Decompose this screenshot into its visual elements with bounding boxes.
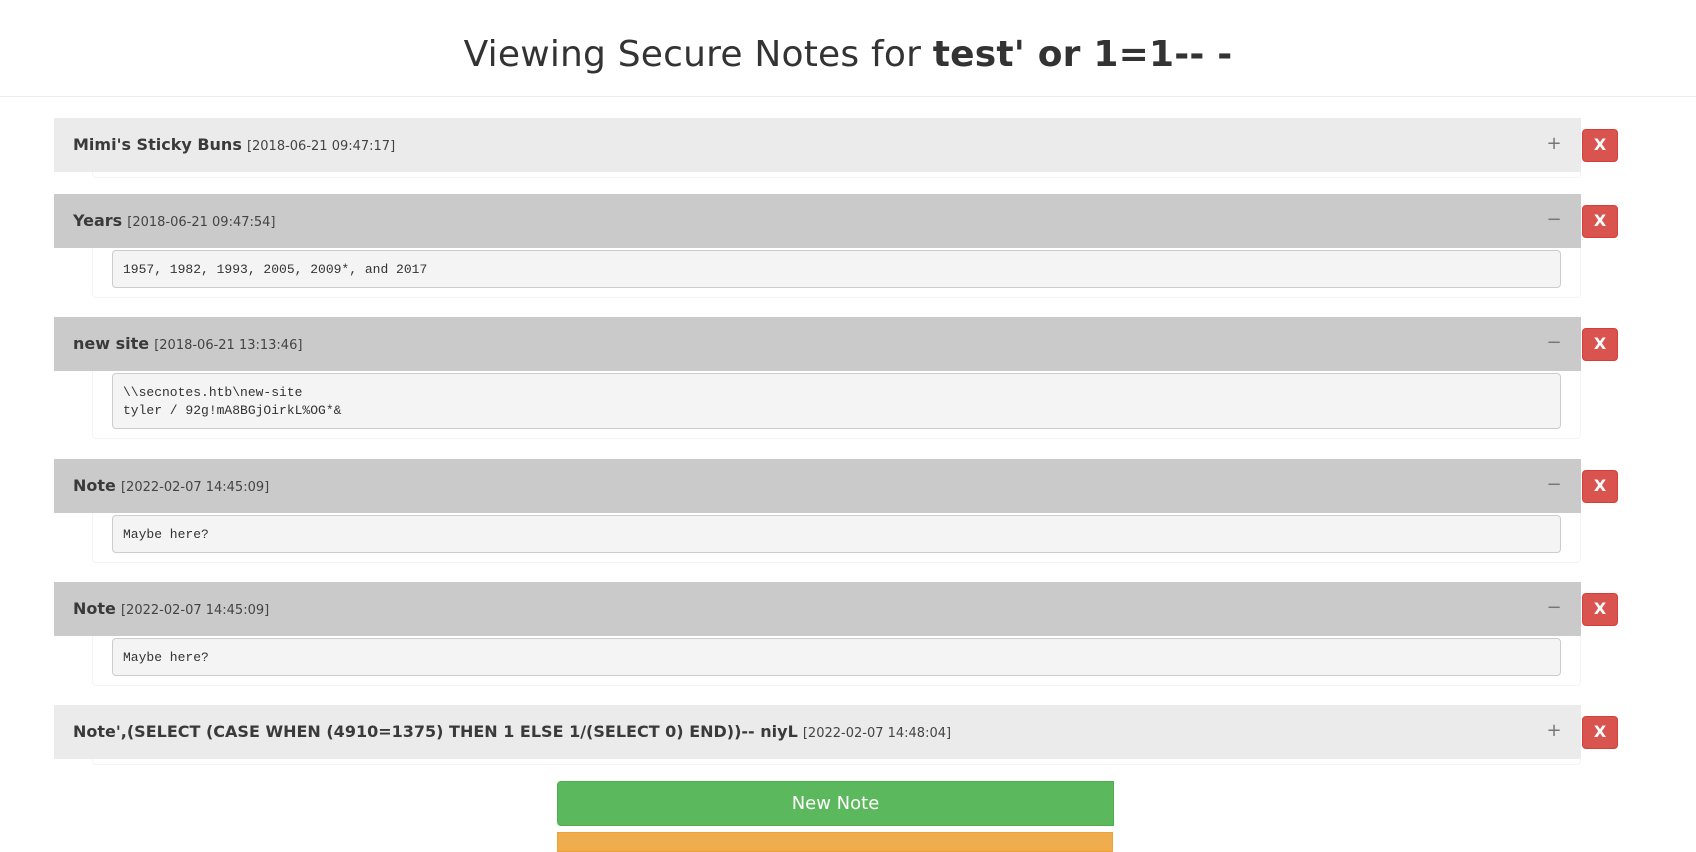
note-body: Maybe here? xyxy=(92,636,1581,686)
title-prefix: Viewing Secure Notes for xyxy=(463,34,933,75)
delete-note-button[interactable]: X xyxy=(1582,328,1618,361)
note-body xyxy=(92,172,1581,178)
note-title: Note xyxy=(73,599,116,618)
note-header[interactable]: Note [2022-02-07 14:45:09] − xyxy=(54,582,1581,636)
delete-note-button[interactable]: X xyxy=(1582,470,1618,503)
expand-icon[interactable]: + xyxy=(1545,133,1563,155)
new-note-button[interactable]: New Note xyxy=(557,781,1114,826)
note-panel: Mimi's Sticky Buns [2018-06-21 09:47:17]… xyxy=(54,118,1581,178)
note-body: \\secnotes.htb\new-site tyler / 92g!mA8B… xyxy=(92,371,1581,439)
note-content: \\secnotes.htb\new-site tyler / 92g!mA8B… xyxy=(112,373,1561,429)
note-header[interactable]: Mimi's Sticky Buns [2018-06-21 09:47:17]… xyxy=(54,118,1581,172)
note-panel: new site [2018-06-21 13:13:46] − \\secno… xyxy=(54,317,1581,439)
delete-note-button[interactable]: X xyxy=(1582,593,1618,626)
note-header[interactable]: Note [2022-02-07 14:45:09] − xyxy=(54,459,1581,513)
note-timestamp: [2018-06-21 09:47:17] xyxy=(246,139,396,154)
collapse-icon[interactable]: − xyxy=(1545,332,1563,354)
page-title: Viewing Secure Notes for test' or 1=1-- … xyxy=(0,33,1696,77)
note-title: Mimi's Sticky Buns xyxy=(73,135,242,154)
note-title: Years xyxy=(73,211,123,230)
delete-note-button[interactable]: X xyxy=(1582,205,1618,238)
username: test' or 1=1-- - xyxy=(932,34,1233,75)
note-panel: Note [2022-02-07 14:45:09] − Maybe here? xyxy=(54,459,1581,563)
note-body: Maybe here? xyxy=(92,513,1581,563)
note-content: Maybe here? xyxy=(112,515,1561,553)
note-timestamp: [2018-06-21 13:13:46] xyxy=(154,338,303,353)
note-body xyxy=(92,759,1581,765)
delete-note-button[interactable]: X xyxy=(1582,129,1618,162)
note-title: new site xyxy=(73,334,150,353)
collapse-icon[interactable]: − xyxy=(1545,597,1563,619)
note-timestamp: [2022-02-07 14:48:04] xyxy=(802,726,952,741)
note-header[interactable]: Note',(SELECT (CASE WHEN (4910=1375) THE… xyxy=(54,705,1581,759)
note-header[interactable]: Years [2018-06-21 09:47:54] − xyxy=(54,194,1581,248)
note-timestamp: [2022-02-07 14:45:09] xyxy=(120,480,270,495)
note-content: Maybe here? xyxy=(112,638,1561,676)
note-body: 1957, 1982, 1993, 2005, 2009*, and 2017 xyxy=(92,248,1581,298)
collapse-icon[interactable]: − xyxy=(1545,474,1563,496)
note-timestamp: [2018-06-21 09:47:54] xyxy=(127,215,276,230)
collapse-icon[interactable]: − xyxy=(1545,209,1563,231)
delete-note-button[interactable]: X xyxy=(1582,716,1618,749)
secondary-action-button[interactable] xyxy=(557,832,1113,852)
note-title: Note',(SELECT (CASE WHEN (4910=1375) THE… xyxy=(73,722,798,741)
note-panel: Note [2022-02-07 14:45:09] − Maybe here? xyxy=(54,582,1581,686)
page-header: Viewing Secure Notes for test' or 1=1-- … xyxy=(0,0,1696,97)
note-content: 1957, 1982, 1993, 2005, 2009*, and 2017 xyxy=(112,250,1561,288)
note-title: Note xyxy=(73,476,116,495)
expand-icon[interactable]: + xyxy=(1545,720,1563,742)
note-timestamp: [2022-02-07 14:45:09] xyxy=(120,603,270,618)
note-header[interactable]: new site [2018-06-21 13:13:46] − xyxy=(54,317,1581,371)
note-panel: Note',(SELECT (CASE WHEN (4910=1375) THE… xyxy=(54,705,1581,765)
note-panel: Years [2018-06-21 09:47:54] − 1957, 1982… xyxy=(54,194,1581,298)
